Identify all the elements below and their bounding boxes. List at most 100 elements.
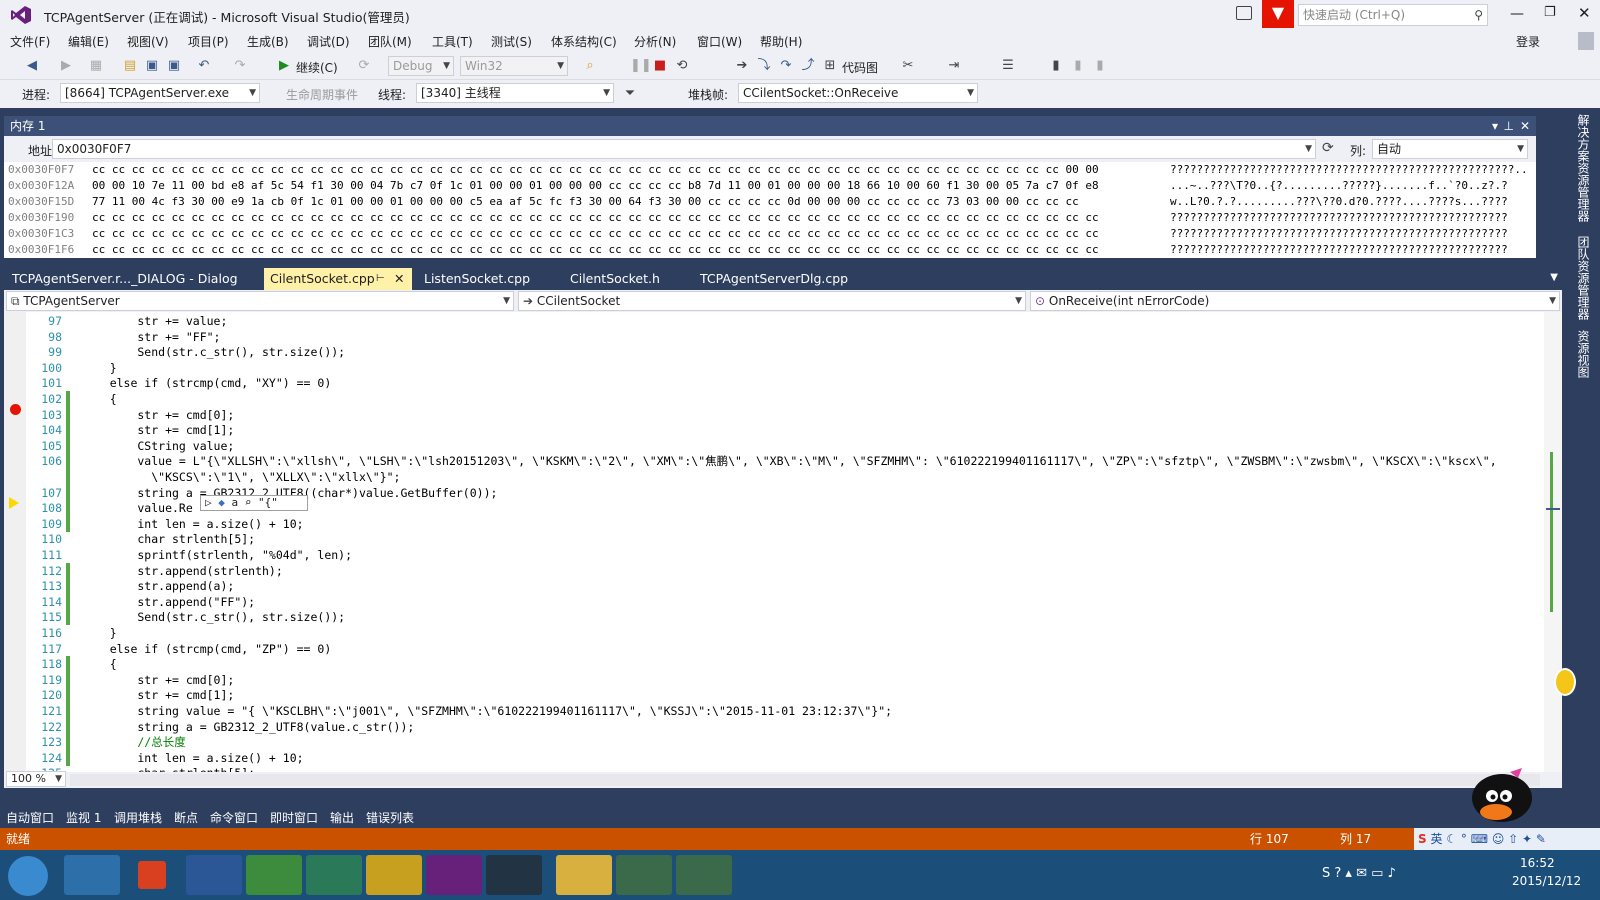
horizontal-scrollbar[interactable] <box>70 774 1540 786</box>
pin-icon[interactable]: ⊢ <box>376 268 385 290</box>
code-editor[interactable]: 97 str += value; 98 str += "FF"; 99 Send(s… <box>4 312 1562 772</box>
code-map-icon[interactable]: ⊞ <box>822 58 838 74</box>
qq-pet-icon[interactable] <box>1466 762 1536 824</box>
notification-flag-icon[interactable]: ▼ <box>1262 0 1294 28</box>
undo-icon[interactable]: ↶ <box>196 58 212 74</box>
tools-icon[interactable]: ✂ <box>900 58 916 74</box>
vertical-scrollbar[interactable] <box>1544 312 1562 772</box>
zoom-dropdown[interactable]: 100 % ▼ <box>6 771 66 787</box>
close-button[interactable]: ✕ <box>1578 4 1591 22</box>
datatip[interactable]: ▷ ◆ a ⌕ "{" <box>200 495 308 511</box>
restore-button[interactable]: ❐ <box>1544 5 1556 20</box>
show-next-statement-icon[interactable]: ➔ <box>734 58 750 74</box>
columns-dropdown[interactable]: 自动 ▼ <box>1372 139 1528 159</box>
menu-view[interactable]: 视图(V) <box>127 33 169 50</box>
step-into-icon[interactable]: ⤵ <box>756 58 772 74</box>
step-over-icon[interactable]: ↷ <box>778 58 794 74</box>
method-dropdown[interactable]: ⊙ OnReceive(int nErrorCode) ▼ <box>1030 291 1560 311</box>
prev-bookmark-icon[interactable]: ▮ <box>1070 58 1086 74</box>
memory-pin-icon[interactable]: ⊥ <box>1504 116 1514 136</box>
taskbar-baidu-cloud-icon[interactable] <box>64 855 120 895</box>
feedback-icon[interactable] <box>1236 6 1252 20</box>
taskbar-mfc-app-icon[interactable] <box>616 855 672 895</box>
taskbar-screenshot-icon[interactable] <box>306 855 362 895</box>
tab-overflow-icon[interactable]: ▼ <box>1550 272 1558 283</box>
comment-icon[interactable]: ☰ <box>1000 58 1016 74</box>
menu-file[interactable]: 文件(F) <box>10 33 50 50</box>
tab-cilentsocket-cpp[interactable]: CilentSocket.cpp ⊢ ✕ <box>264 268 412 290</box>
memory-dropdown-icon[interactable]: ▾ <box>1492 116 1498 136</box>
scroll-thumb[interactable] <box>1546 508 1560 510</box>
lightbulb-icon[interactable] <box>1554 668 1576 696</box>
expand-icon[interactable]: ▷ <box>205 496 212 509</box>
process-dropdown[interactable]: [8664] TCPAgentServer.exe ▼ <box>60 83 260 103</box>
memory-close-icon[interactable]: ✕ <box>1520 116 1530 136</box>
side-tab-team-explorer[interactable]: 团队资源管理器 <box>1574 236 1592 320</box>
breakpoint-icon[interactable] <box>10 404 21 415</box>
tab-call-stack[interactable]: 调用堆栈 <box>114 809 162 826</box>
menu-architecture[interactable]: 体系结构(C) <box>551 33 617 50</box>
continue-button[interactable]: 继续(C) <box>296 59 338 76</box>
clock-time[interactable]: 16:52 <box>1520 856 1555 870</box>
taskbar-word-icon[interactable] <box>186 855 242 895</box>
indent-icon[interactable]: ⇥ <box>946 58 962 74</box>
class-dropdown[interactable]: ➔ CCilentSocket ▼ <box>518 291 1026 311</box>
menu-debug[interactable]: 调试(D) <box>307 33 350 50</box>
login-link[interactable]: 登录 <box>1516 33 1540 50</box>
menu-tools[interactable]: 工具(T) <box>432 33 473 50</box>
side-tab-solution-explorer[interactable]: 解决方案资源管理器 <box>1574 114 1592 222</box>
save-icon[interactable]: ▣ <box>144 58 160 74</box>
new-project-icon[interactable]: ▦ <box>88 58 104 74</box>
magnifier-icon[interactable]: ⌕ <box>245 496 252 509</box>
tray-icons[interactable]: S ? ▴ ✉ ▭ ♪ <box>1322 866 1396 881</box>
menu-team[interactable]: 团队(M) <box>368 33 412 50</box>
bookmark-icon[interactable]: ▮ <box>1048 58 1064 74</box>
tab-watch[interactable]: 监视 1 <box>66 809 101 826</box>
pause-icon[interactable]: ❚❚ <box>630 58 652 74</box>
tab-immediate[interactable]: 即时窗口 <box>270 809 318 826</box>
back-icon[interactable]: ◀ <box>24 58 40 74</box>
save-all-icon[interactable]: ▣ <box>166 58 182 74</box>
open-file-icon[interactable]: ▤ <box>122 58 138 74</box>
filter-icon[interactable]: ⏷ <box>622 86 638 102</box>
quick-launch-input[interactable]: 快速启动 (Ctrl+Q) ⚲ <box>1298 4 1488 26</box>
forward-icon[interactable]: ▶ <box>58 58 74 74</box>
reevaluate-icon[interactable]: ⟳ <box>1322 140 1334 156</box>
lifecycle-events-button[interactable]: 生命周期事件 <box>286 86 358 103</box>
menu-build[interactable]: 生成(B) <box>247 33 289 50</box>
config-dropdown[interactable]: Debug ▼ <box>388 56 454 76</box>
breakpoint-margin[interactable] <box>4 312 26 772</box>
tab-dlg-cpp[interactable]: TCPAgentServerDlg.cpp <box>694 268 854 290</box>
ime-language[interactable]: 英 <box>1430 832 1442 846</box>
platform-dropdown[interactable]: Win32 ▼ <box>460 56 568 76</box>
taskbar-explorer-icon[interactable] <box>556 855 612 895</box>
ime-toolbar[interactable]: S 英 ☾ ° ⌨ ☺ ⇧ ✦ ✎ <box>1414 828 1600 850</box>
tab-dialog-resource[interactable]: TCPAgentServer.r..._DIALOG - Dialog <box>6 268 244 290</box>
menu-help[interactable]: 帮助(H) <box>760 33 802 50</box>
address-input[interactable]: 0x0030F0F7 ▼ <box>52 139 1316 159</box>
taskbar-qq-icon[interactable] <box>486 855 542 895</box>
thread-dropdown[interactable]: [3340] 主线程 ▼ <box>416 83 614 103</box>
tab-output[interactable]: 输出 <box>330 809 354 826</box>
menu-test[interactable]: 测试(S) <box>491 33 532 50</box>
find-in-files-icon[interactable]: ⌕ <box>582 58 598 74</box>
tab-error-list[interactable]: 错误列表 <box>366 809 414 826</box>
minimize-button[interactable]: — <box>1510 6 1524 22</box>
menu-project[interactable]: 项目(P) <box>188 33 229 50</box>
refresh-icon[interactable]: ⟳ <box>356 58 372 74</box>
next-bookmark-icon[interactable]: ▮ <box>1092 58 1108 74</box>
restart-icon[interactable]: ⟲ <box>674 58 690 74</box>
project-dropdown[interactable]: ⧉ TCPAgentServer ▼ <box>6 291 514 311</box>
taskbar-visual-studio-icon[interactable] <box>426 855 482 895</box>
menu-analyze[interactable]: 分析(N) <box>634 33 676 50</box>
code-map-label[interactable]: 代码图 <box>842 59 878 76</box>
redo-icon[interactable]: ↷ <box>232 58 248 74</box>
tab-cilentsocket-h[interactable]: CilentSocket.h <box>564 268 666 290</box>
tab-close-icon[interactable]: ✕ <box>394 268 404 290</box>
tab-breakpoints[interactable]: 断点 <box>174 809 198 826</box>
taskbar-wps-icon[interactable] <box>138 861 166 889</box>
memory-grid[interactable]: 0x0030F0F7 cc cc cc cc cc cc cc cc cc cc … <box>4 162 1536 258</box>
taskbar-chrome-icon[interactable] <box>246 855 302 895</box>
tab-listensocket-cpp[interactable]: ListenSocket.cpp <box>418 268 536 290</box>
tab-command[interactable]: 命令窗口 <box>210 809 258 826</box>
